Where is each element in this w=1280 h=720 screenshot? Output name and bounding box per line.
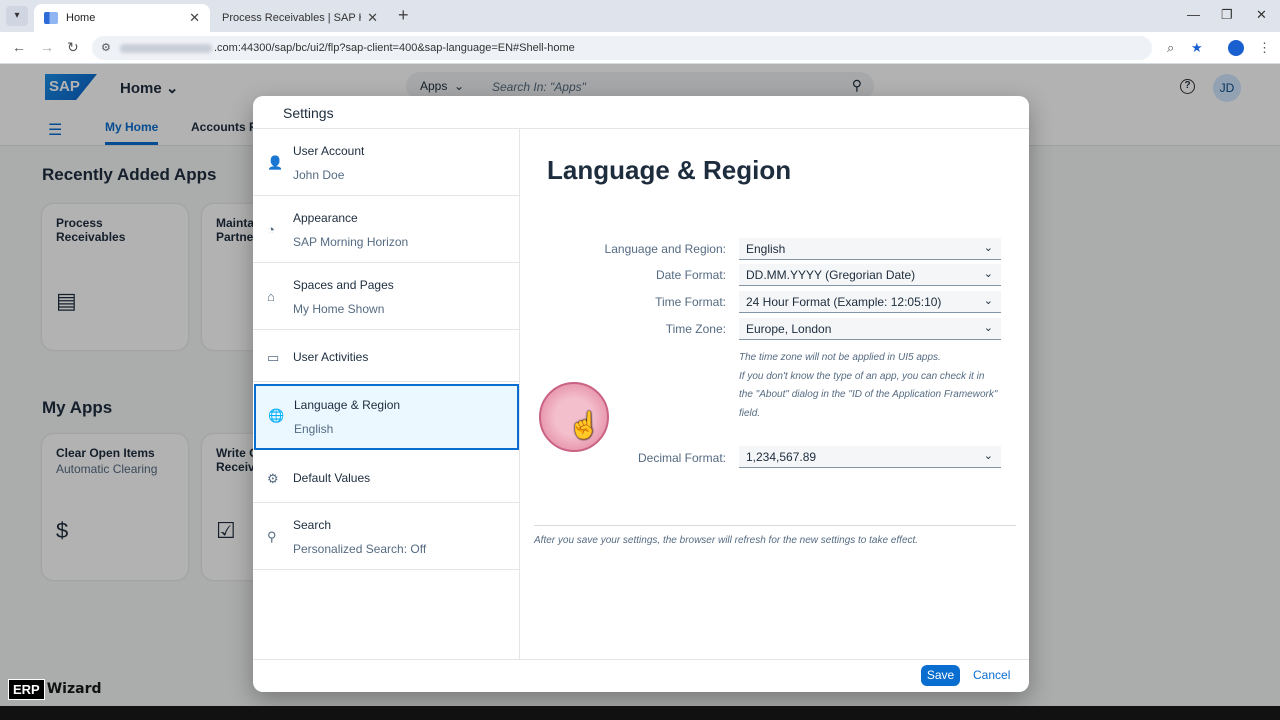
date-format-label: Date Format: — [655, 268, 726, 282]
sidebar-item-subtitle: Personalized Search: Off — [293, 542, 427, 556]
home-favicon-icon — [44, 12, 58, 24]
redacted-host — [120, 43, 212, 53]
time-zone-note: The time zone will not be applied in UI5… — [739, 349, 1009, 423]
sidebar-item-subtitle: John Doe — [293, 168, 345, 182]
note-line: field. — [739, 407, 761, 419]
time-zone-select[interactable]: Europe, London ⌄ — [739, 318, 1001, 340]
sidebar-item-title: Default Values — [293, 471, 371, 485]
chevron-down-icon: ⌄ — [983, 268, 993, 280]
decimal-format-select[interactable]: 1,234,567.89 ⌄ — [739, 446, 1001, 468]
note-line: the "About" dialog in the "ID of the App… — [739, 389, 998, 400]
user-settings-icon: 👤 — [267, 155, 284, 170]
new-tab-icon[interactable]: + — [398, 5, 409, 26]
sidebar-item-title: Spaces and Pages — [293, 278, 394, 292]
language-label: Language and Region: — [604, 242, 726, 256]
decimal-format-value: 1,234,567.89 — [746, 450, 817, 464]
browser-tab-title: Home — [66, 12, 96, 24]
restore-icon[interactable]: ❐ — [1221, 7, 1233, 23]
settings-sidebar: 👤 User Account John Doe ◔ Appearance SAP… — [253, 129, 520, 659]
browser-profile-icon[interactable] — [1228, 40, 1244, 56]
chevron-down-icon: ⌄ — [983, 450, 993, 462]
note-line: The time zone will not be applied in UI5… — [739, 352, 941, 363]
browser-tab-home[interactable]: Home ✕ — [34, 4, 210, 32]
chevron-down-icon: ⌄ — [983, 295, 993, 307]
watermark-erp: ERP — [8, 678, 45, 700]
url-field[interactable]: ⚙ .com:44300/sap/bc/ui2/flp?sap-client=4… — [92, 36, 1152, 60]
time-format-label: Time Format: — [655, 295, 726, 309]
search-icon: ⚲ — [267, 529, 277, 544]
decimal-format-label: Decimal Format: — [637, 451, 726, 465]
sidebar-item-title: Search — [293, 518, 332, 532]
sidebar-item-title: Language & Region — [294, 398, 401, 412]
browser-tabstrip: ▾ Home ✕ ⟡ Process Receivables | SAP Hel… — [0, 0, 1280, 80]
site-settings-icon[interactable]: ⚙ — [101, 36, 111, 60]
close-window-icon[interactable]: ✕ — [1256, 7, 1267, 23]
close-tab-icon[interactable]: ✕ — [189, 10, 200, 26]
back-icon[interactable]: ← — [12, 39, 26, 55]
home-icon: ⌂ — [267, 289, 275, 304]
sidebar-item-appearance[interactable]: ◔ Appearance SAP Morning Horizon — [253, 196, 520, 263]
time-format-select[interactable]: 24 Hour Format (Example: 12:05:10) ⌄ — [739, 291, 1001, 313]
bookmark-star-icon[interactable]: ★ — [1191, 40, 1203, 56]
dialog-footer: Save Cancel — [253, 659, 1029, 692]
browser-menu-icon[interactable]: ⋮ — [1258, 40, 1271, 56]
browser-tab-process-receivables[interactable]: ⟡ Process Receivables | SAP Help ✕ — [212, 4, 388, 80]
hand-cursor-icon: ☝ — [568, 410, 601, 440]
refresh-note: After you save your settings, the browse… — [534, 535, 919, 546]
sidebar-item-title: Appearance — [293, 211, 358, 225]
zoom-icon[interactable]: ⌕ — [1167, 40, 1174, 56]
close-tab-icon[interactable]: ✕ — [367, 10, 378, 26]
dialog-title: Settings — [283, 105, 334, 121]
chevron-down-icon: ⌄ — [983, 242, 993, 254]
sidebar-item-title: User Account — [293, 144, 365, 158]
cancel-button[interactable]: Cancel — [973, 668, 1010, 682]
sidebar-item-title: User Activities — [293, 350, 369, 364]
sidebar-item-default-values[interactable]: ⚙ Default Values — [253, 451, 520, 503]
sidebar-item-language-region[interactable]: 🌐 Language & Region English — [254, 384, 519, 450]
content-divider — [534, 525, 1016, 526]
sidebar-item-subtitle: My Home Shown — [293, 302, 385, 316]
sidebar-item-spaces-pages[interactable]: ⌂ Spaces and Pages My Home Shown — [253, 263, 520, 330]
dialog-header: Settings — [253, 96, 1029, 129]
note-line: If you don't know the type of an app, yo… — [739, 370, 985, 382]
save-button[interactable]: Save — [921, 665, 960, 686]
time-zone-value: Europe, London — [746, 322, 832, 336]
language-value: English — [746, 242, 786, 256]
erp-wizard-watermark: ERP Wizard — [8, 678, 102, 700]
gear-icon: ⚙ — [267, 471, 279, 486]
reload-icon[interactable]: ↻ — [67, 39, 79, 56]
sidebar-item-user-account[interactable]: 👤 User Account John Doe — [253, 129, 520, 196]
chevron-down-icon: ⌄ — [983, 322, 993, 334]
settings-dialog: Settings 👤 User Account John Doe ◔ Appea… — [253, 96, 1029, 692]
tab-search-chevron-icon[interactable]: ▾ — [6, 6, 28, 26]
sidebar-item-subtitle: English — [294, 422, 334, 436]
watermark-wizard: Wizard — [46, 681, 102, 697]
url-text: .com:44300/sap/bc/ui2/flp?sap-client=400… — [214, 42, 575, 54]
sidebar-item-search[interactable]: ⚲ Search Personalized Search: Off — [253, 503, 520, 570]
address-bar-row: ← → ↻ ⚙ .com:44300/sap/bc/ui2/flp?sap-cl… — [0, 32, 1280, 64]
time-format-value: 24 Hour Format (Example: 12:05:10) — [746, 295, 942, 309]
sidebar-item-user-activities[interactable]: ▭ User Activities — [253, 330, 520, 382]
palette-icon: ◔ — [267, 222, 275, 237]
user-activities-icon: ▭ — [267, 350, 280, 365]
sidebar-item-subtitle: SAP Morning Horizon — [293, 235, 409, 249]
globe-icon: 🌐 — [268, 408, 285, 423]
date-format-value: DD.MM.YYYY (Gregorian Date) — [746, 268, 916, 282]
page-title: Language & Region — [547, 155, 792, 185]
forward-icon[interactable]: → — [40, 39, 54, 55]
browser-tab-title: Process Receivables | SAP Help — [222, 12, 361, 24]
language-select[interactable]: English ⌄ — [739, 238, 1001, 260]
bottom-bar — [0, 706, 1280, 720]
time-zone-label: Time Zone: — [665, 322, 726, 336]
date-format-select[interactable]: DD.MM.YYYY (Gregorian Date) ⌄ — [739, 264, 1001, 286]
minimize-icon[interactable]: — — [1187, 7, 1200, 22]
